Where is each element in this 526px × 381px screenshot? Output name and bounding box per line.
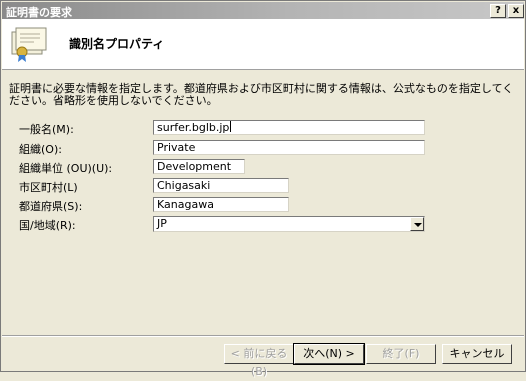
certificate-request-dialog: 証明書の要求 ? x 識別名プロパティ 証明書に必要な情報を指定します。都道府県…	[0, 0, 526, 378]
finish-button[interactable]: 終了(F)	[366, 344, 436, 364]
country-selected-value: JP	[157, 217, 167, 230]
common-name-label: 一般名(M):	[19, 123, 74, 136]
state-input[interactable]: Kanagawa	[153, 197, 289, 212]
text-caret	[230, 121, 232, 132]
certificate-icon	[11, 27, 47, 62]
wizard-header: 識別名プロパティ	[2, 19, 524, 70]
city-value: Chigasaki	[157, 179, 211, 192]
city-label: 市区町村(L)	[19, 181, 78, 194]
next-button[interactable]: 次へ(N) >	[293, 343, 365, 365]
organization-value: Private	[157, 141, 196, 154]
chevron-down-icon[interactable]	[410, 217, 424, 231]
common-name-value: surfer.bglb.jp	[157, 121, 230, 134]
close-button[interactable]: x	[508, 4, 524, 18]
country-label: 国/地域(R):	[19, 219, 76, 232]
common-name-input[interactable]: surfer.bglb.jp	[153, 120, 425, 135]
title-bar[interactable]: 証明書の要求 ? x	[2, 2, 524, 19]
organizational-unit-input[interactable]: Development	[153, 159, 245, 174]
page-title: 識別名プロパティ	[69, 37, 165, 51]
cancel-button[interactable]: キャンセル	[442, 344, 512, 364]
organization-label: 組織(O):	[19, 143, 62, 156]
window-title: 証明書の要求	[6, 6, 72, 19]
help-icon: ?	[495, 5, 501, 16]
country-select[interactable]: JP	[153, 216, 425, 232]
organization-input[interactable]: Private	[153, 140, 425, 155]
help-button[interactable]: ?	[490, 4, 506, 18]
button-separator	[2, 335, 524, 337]
back-button[interactable]: < 前に戻る(B)	[224, 344, 294, 378]
state-label: 都道府県(S):	[19, 200, 83, 213]
organizational-unit-value: Development	[157, 160, 232, 173]
city-input[interactable]: Chigasaki	[153, 178, 289, 193]
organizational-unit-label: 組織単位 (OU)(U):	[19, 162, 113, 175]
instruction-text: 証明書に必要な情報を指定します。都道府県および市区町村に関する情報は、公式なもの…	[9, 82, 514, 107]
state-value: Kanagawa	[157, 198, 214, 211]
close-icon: x	[512, 5, 520, 16]
